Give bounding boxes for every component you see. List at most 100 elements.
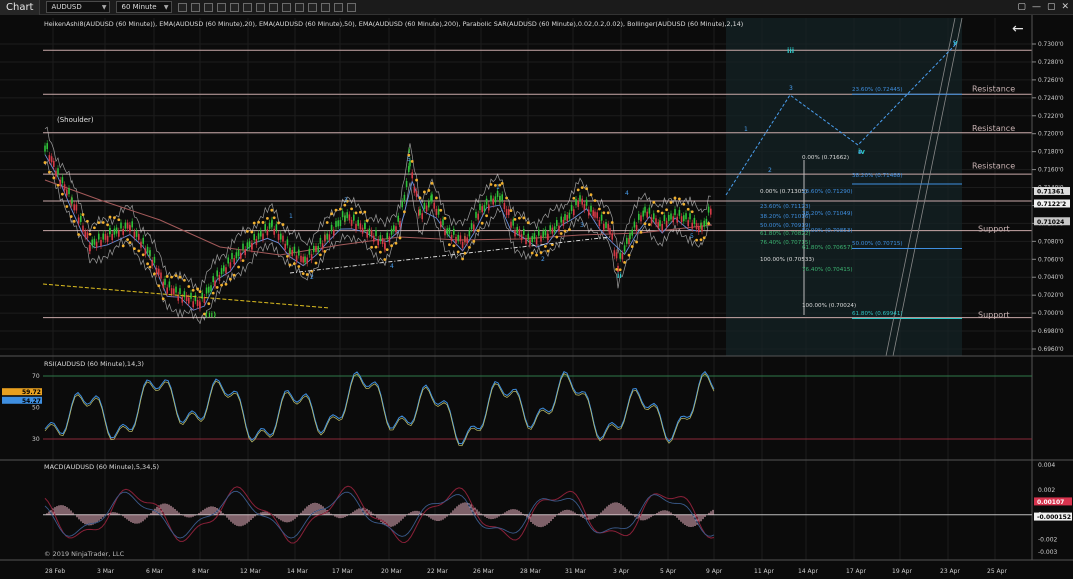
sar-dot <box>252 221 256 225</box>
sar-dot <box>334 208 338 212</box>
sar-dot <box>461 257 464 261</box>
sar-dot <box>330 212 333 216</box>
candle-body <box>705 218 708 225</box>
chart-tab[interactable]: Chart <box>0 0 41 15</box>
candle-body <box>339 220 342 227</box>
candle-body <box>433 202 435 209</box>
sar-dot <box>61 192 64 196</box>
maximize-icon[interactable]: ▢ <box>1047 2 1056 12</box>
sar-dot <box>707 222 710 225</box>
crosshair-tool-icon[interactable] <box>204 2 214 12</box>
sar-dot <box>241 259 245 263</box>
fibonacci-tool-icon[interactable] <box>243 2 253 12</box>
candle-body <box>384 243 386 250</box>
candle-body <box>590 205 592 212</box>
close-icon[interactable]: ✕ <box>1061 2 1069 12</box>
candle-body <box>251 243 253 250</box>
candle-body <box>710 208 712 215</box>
candle-body <box>273 228 275 235</box>
sar-dot <box>170 275 174 279</box>
candle-body <box>124 222 127 229</box>
interval-selector[interactable]: 60 Minute ▼ <box>116 1 173 13</box>
candle-body <box>208 286 210 293</box>
candle-body <box>173 288 175 295</box>
properties-icon[interactable] <box>282 2 292 12</box>
back-arrow-icon[interactable]: ← <box>1012 21 1024 37</box>
candle-body <box>129 225 131 232</box>
sar-dot <box>476 229 480 233</box>
candle-body <box>527 233 529 240</box>
candle-body <box>685 213 687 220</box>
candle-body <box>196 299 199 306</box>
candle-body <box>168 281 171 288</box>
candle-body <box>100 240 102 247</box>
minimize-icon[interactable]: — <box>1032 2 1041 12</box>
sar-dot <box>513 217 517 221</box>
candle-body <box>395 226 397 233</box>
candle-body <box>260 230 262 237</box>
fib-label: 61.80% (0.70822) <box>760 231 811 237</box>
candle-body <box>244 249 246 256</box>
candle-body <box>388 236 391 243</box>
candle-body <box>390 228 393 235</box>
candle-body <box>328 234 331 241</box>
line-tool-icon[interactable] <box>217 2 227 12</box>
sar-dot <box>673 196 677 200</box>
shape-tool-icon[interactable] <box>269 2 279 12</box>
macd-badge-label: 0.00107 <box>1037 499 1064 506</box>
candle-body <box>468 230 471 237</box>
candle-body <box>153 256 156 263</box>
time-axis[interactable]: 28 Feb 3 Mar 6 Mar 8 Mar 12 Mar 14 Mar 17 Mar 2… <box>45 568 1007 575</box>
sar-dot <box>101 221 105 224</box>
restore-icon[interactable]: ▢ <box>1017 2 1026 12</box>
time-tick-label: 17 Apr <box>846 568 866 575</box>
ray-tool-icon[interactable] <box>230 2 240 12</box>
candle-body <box>437 208 440 215</box>
rsi-title: RSI(AUDUSD (60 Minute),14,3) <box>44 360 144 368</box>
candle-body <box>321 243 324 250</box>
workspace-icon[interactable] <box>347 2 357 12</box>
strategies-icon[interactable] <box>321 2 331 12</box>
candle-body <box>341 211 344 218</box>
chart-trader-icon[interactable] <box>334 2 344 12</box>
candle-body <box>183 291 186 298</box>
candle-body <box>109 228 111 235</box>
price-axis[interactable]: 0.7300'0 0.7280'0 0.7260'0 0.7240'0 0.7220'0… <box>1032 42 1070 353</box>
candle-body <box>344 215 346 222</box>
candle-body <box>262 233 264 240</box>
sar-dot <box>198 290 202 294</box>
indicators-icon[interactable] <box>308 2 318 12</box>
sar-dot <box>576 188 580 192</box>
rsi-axis-label: 70 <box>32 373 40 380</box>
candle-body <box>138 233 140 240</box>
candle-body <box>619 252 621 259</box>
sar-dot <box>618 268 622 272</box>
candle-body <box>676 216 678 223</box>
pointer-tool-icon[interactable] <box>178 2 188 12</box>
candle-body <box>268 222 271 229</box>
candle-body <box>335 221 337 228</box>
macd-title: MACD(AUDUSD (60 Minute),5,34,5) <box>44 463 159 471</box>
candle-body <box>82 225 84 232</box>
candle-body <box>408 166 410 173</box>
candle-body <box>533 233 536 240</box>
candle-body <box>535 238 538 245</box>
text-tool-icon[interactable] <box>256 2 266 12</box>
candle-body <box>140 241 142 248</box>
template-icon[interactable] <box>295 2 305 12</box>
instrument-selector[interactable]: AUDUSD ▼ <box>46 1 111 13</box>
candle-body <box>304 256 306 263</box>
candle-body <box>516 226 518 233</box>
sar-dot <box>568 228 571 231</box>
candle-body <box>46 143 48 150</box>
chart-canvas[interactable]: 0.00% (0.71662)0.00% (0.71305)23.60% (0.… <box>0 15 1073 579</box>
sar-dot <box>133 247 136 251</box>
candle-body <box>663 215 666 222</box>
sar-dot <box>686 207 690 211</box>
candle-body <box>286 239 289 246</box>
candle-body <box>644 206 646 213</box>
zoom-tool-icon[interactable] <box>191 2 201 12</box>
sar-dot <box>77 233 80 236</box>
sar-dot <box>456 250 460 254</box>
candle-body <box>562 219 565 226</box>
